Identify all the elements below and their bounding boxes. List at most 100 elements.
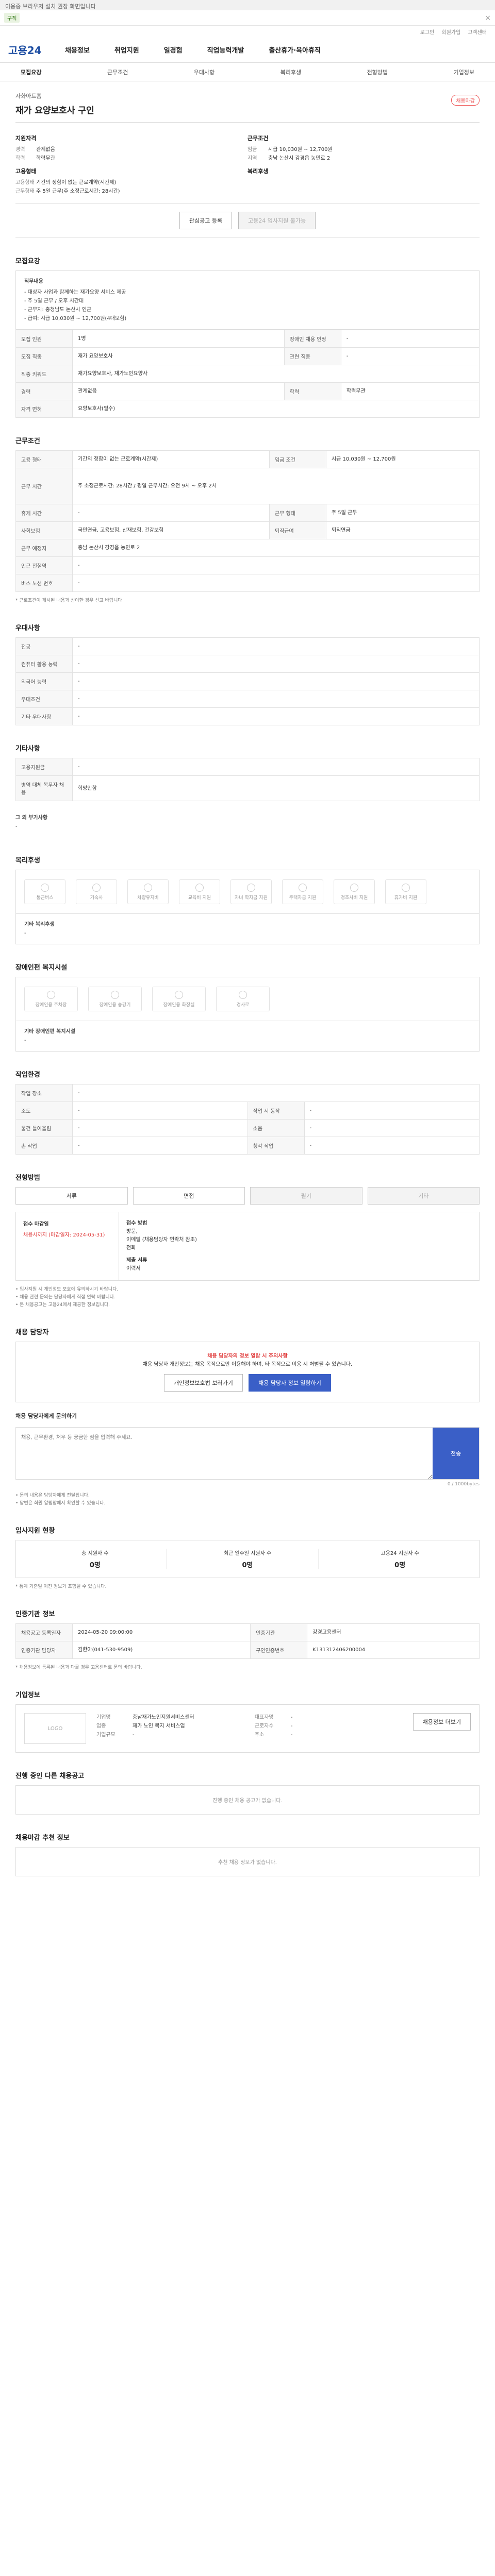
table-cell: 재가 요양보호사 <box>72 347 285 365</box>
send-button[interactable]: 전송 <box>433 1428 479 1479</box>
doc-label: 제출 서류 <box>126 1258 147 1263</box>
table-header: 채용공고 등록일자 <box>15 1623 73 1641</box>
help-link[interactable]: 고객센터 <box>468 28 487 36</box>
welfare-item: 자녀 학자금 지원 <box>230 879 272 904</box>
nav-experience[interactable]: 일경험 <box>164 45 183 55</box>
company-value: 충남재가노인지원서비스센터 <box>133 1715 194 1720</box>
tab-welfare[interactable]: 복리후생 <box>280 68 301 76</box>
welfare-item: 휴가비 지원 <box>385 879 426 904</box>
duty-label: 직무내용 <box>24 279 43 284</box>
section-title: 기업정보 <box>15 1691 40 1699</box>
step-interview: 면접 <box>133 1187 245 1205</box>
table-row: 근무 예정지 충남 논산시 강경읍 농민로 2 <box>15 539 480 557</box>
job-seeker-tag[interactable]: 구직 <box>4 13 20 23</box>
table-header: 외국어 능력 <box>15 672 73 690</box>
ramp-icon <box>239 990 247 999</box>
question-count: 0 / 1000bytes <box>447 1482 480 1487</box>
method-item: 방문, <box>126 1229 138 1234</box>
table-header: 관련 직종 <box>284 347 341 365</box>
table-row: 물건 들어올림 - 소음 - <box>15 1119 480 1137</box>
close-icon[interactable]: × <box>485 14 491 22</box>
nav-support[interactable]: 취업지원 <box>114 45 139 55</box>
recruit-table: 모집 인원 1명 장애인 채용 인정 - 모집 직종 재가 요양보호사 관련 직종 - 직종… <box>15 330 480 418</box>
disability-item: 장애인용 주차장 <box>24 987 78 1011</box>
like-button[interactable]: 관심공고 등록 <box>179 212 233 229</box>
company-value: - <box>290 1732 293 1738</box>
selection-notes: • 입사지원 시 개인정보 보호에 유의하시기 바랍니다. • 채용 관련 문의… <box>15 1286 480 1309</box>
consent-warning: 채용 담당자의 정보 열람 시 주의사항 <box>207 1353 288 1359</box>
nav-leave[interactable]: 출산휴가·육아휴직 <box>269 45 321 55</box>
table-cell: 김한아(041-530-9509) <box>72 1641 251 1659</box>
nav-jobs[interactable]: 채용정보 <box>65 45 90 55</box>
more-jobs-button[interactable]: 채용정보 더보기 <box>412 1713 471 1731</box>
login-link[interactable]: 로그인 <box>420 28 435 36</box>
etc-box: 그 외 부가사항 - <box>15 807 480 837</box>
duty-line: - 급여: 시급 10,030원 ~ 12,700원(4대보험) <box>24 316 127 321</box>
table-header: 작업 시 동작 <box>247 1101 305 1120</box>
company-key: 기업명 <box>96 1715 111 1720</box>
view-contact-button[interactable]: 채용 담당자 정보 열람하기 <box>249 1374 331 1392</box>
table-cell: - <box>304 1119 480 1137</box>
table-header: 버스 노선 번호 <box>15 574 73 592</box>
tab-recruit[interactable]: 모집요강 <box>21 68 41 76</box>
welfare-item: 경조사비 지원 <box>334 879 375 904</box>
note-line: • 답변은 회원 알림함에서 확인할 수 있습니다. <box>15 1501 106 1506</box>
table-header: 근무 예정지 <box>15 539 73 557</box>
restroom-icon <box>175 990 183 999</box>
table-cell: 국민연금, 고용보험, 산재보험, 건강보험 <box>72 521 270 539</box>
welfare-box: 통근버스 기숙사 차량유지비 교육비 지원 자녀 학자금 지원 주택자금 지원 … <box>15 870 480 914</box>
summary-row: 근무형태 주 5일 근무(주 소정근로시간: 28시간) <box>15 187 248 196</box>
table-cell: 강경고용센터 <box>307 1623 480 1641</box>
table-header: 직종 키워드 <box>15 365 73 383</box>
table-cell: - <box>72 1084 480 1102</box>
table-cell: K131312406200004 <box>307 1641 480 1659</box>
deadline-box: 접수 마감일 채용시까지 (마감일자: 2024-05-31) <box>16 1212 119 1280</box>
welfare-label: 경조사비 지원 <box>340 895 368 901</box>
tab-selection[interactable]: 전형방법 <box>367 68 388 76</box>
summary-heading: 복리후생 <box>248 168 269 175</box>
table-row: 사회보험 국민연금, 고용보험, 산재보험, 건강보험 퇴직급여 퇴직연금 <box>15 521 480 539</box>
tab-company[interactable]: 기업정보 <box>453 68 474 76</box>
table-cell: - <box>72 504 270 522</box>
welfare-label: 통근버스 <box>36 895 54 901</box>
table-cell: 재가요양보호사, 재가노인요양사 <box>72 365 480 383</box>
summary-value: 주 5일 근무(주 소정근로시간: 28시간) <box>36 189 120 194</box>
table-row: 조도 - 작업 시 동작 - <box>15 1101 480 1120</box>
table-header: 학력 <box>284 382 341 400</box>
table-cell: 관계없음 <box>72 382 285 400</box>
table-header: 모집 인원 <box>15 330 73 348</box>
company-info-left: 기업명 충남재가노인지원서비스센터 업종 재가 노인 복지 서비스업 기업규모 - <box>96 1713 244 1744</box>
status-badge: 채용마감 <box>451 95 480 106</box>
summary-row: 지역 충남 논산시 강경읍 농민로 2 <box>248 154 480 163</box>
table-header: 전공 <box>15 637 73 655</box>
signup-link[interactable]: 회원가입 <box>441 28 460 36</box>
method-box: 접수 방법 방문, 이메일 (채용담당자 연락처 참조) 전화 제출 서류 이력… <box>119 1212 479 1280</box>
etc-label: 그 외 부가사항 <box>15 815 48 821</box>
question-input[interactable] <box>16 1428 433 1479</box>
company-row: 업종 재가 노인 복지 서비스업 <box>96 1722 244 1731</box>
content: 채용마감 자화아트홈 재가 요양보호사 구인 지원자격 경력 관계없음 학력 학력무… <box>15 81 480 1897</box>
logo[interactable]: 고용24 <box>8 42 65 57</box>
welfare-etc-label: 기타 복리후생 <box>24 922 55 927</box>
global-nav: 채용정보 취업지원 일경험 직업능력개발 출산휴가·육아휴직 <box>65 45 321 55</box>
company-name[interactable]: 자화아트홈 <box>15 92 480 100</box>
stat-value: 0명 <box>89 1562 101 1569</box>
bus-icon <box>41 883 49 892</box>
table-cell: - <box>340 347 480 365</box>
gift-icon <box>350 883 358 892</box>
company-key: 근로자수 <box>254 1723 274 1729</box>
apply-button[interactable]: 고용24 입사지원 불가능 <box>238 212 316 229</box>
tab-condition[interactable]: 근무조건 <box>107 68 128 76</box>
summary-key: 임금 <box>248 147 257 152</box>
disability-label: 장애인용 화장실 <box>163 1002 195 1008</box>
table-row: 고용지원금 - <box>15 758 480 776</box>
tab-preference[interactable]: 우대사항 <box>194 68 214 76</box>
nav-training[interactable]: 직업능력개발 <box>207 45 244 55</box>
note-line: • 채용 관련 문의는 담당자에게 직접 연락 바랍니다. <box>15 1295 116 1300</box>
table-row: 전공 - <box>15 637 480 655</box>
util-menu: 로그인 회원가입 고객센터 <box>0 26 495 37</box>
section-title: 채용마감 추천 정보 <box>15 1834 70 1842</box>
notice-bar: 이용중 브라우저 설치 권장 화면입니다 <box>0 0 495 10</box>
privacy-law-button[interactable]: 개인정보보호법 보러가기 <box>164 1374 243 1392</box>
stat-label: 고용24 지원자 수 <box>381 1551 419 1556</box>
